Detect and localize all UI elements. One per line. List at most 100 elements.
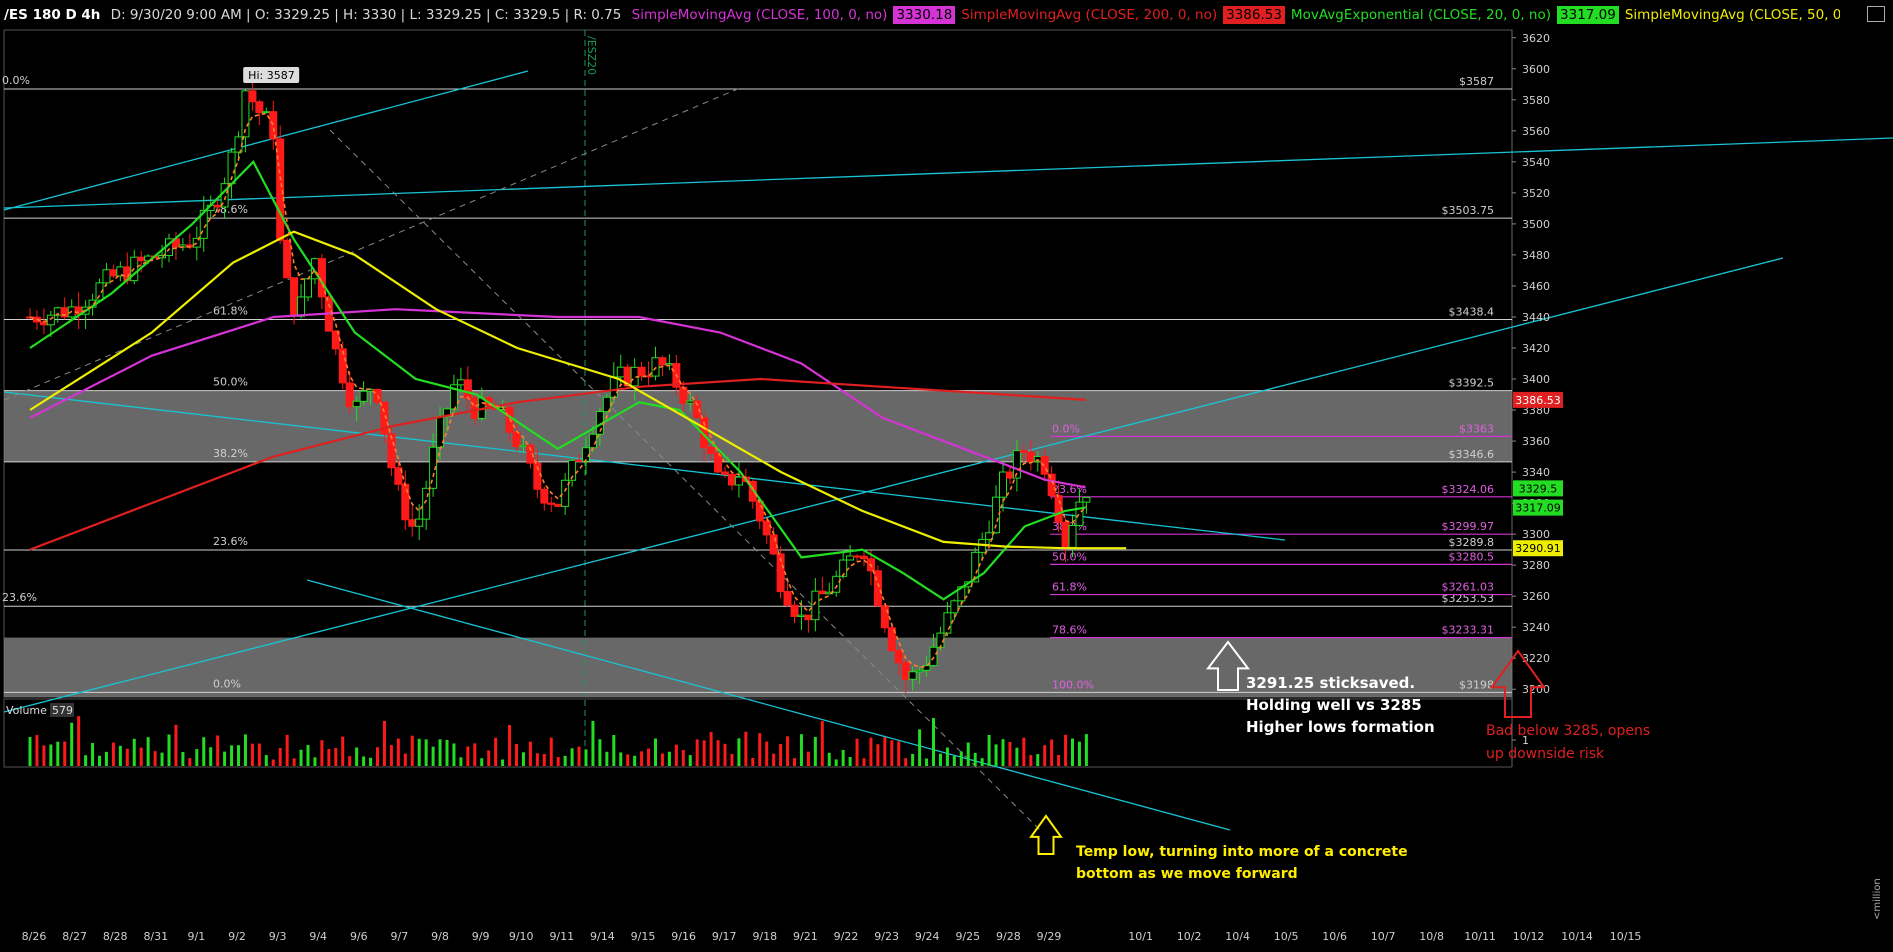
volume-bar: [230, 745, 234, 766]
volume-bar: [91, 742, 95, 766]
volume-bar: [42, 745, 46, 766]
volume-bar: [1036, 754, 1040, 766]
y-tick-label: 3580: [1522, 94, 1550, 107]
volume-bar: [570, 748, 574, 766]
volume-bar: [410, 735, 414, 766]
x-tick-label: 8/28: [103, 930, 128, 943]
fib-level-price: $3392.5: [1449, 377, 1495, 390]
y-tick-label: 3340: [1522, 466, 1550, 479]
x-tick-label: 9/6: [350, 930, 368, 943]
candle: [463, 379, 472, 399]
volume-bar: [563, 755, 567, 766]
candle: [512, 431, 521, 448]
candle: [721, 471, 729, 475]
volume-bar: [612, 735, 616, 766]
volume-bar: [556, 757, 560, 766]
candle: [519, 444, 528, 448]
x-tick-label: 10/7: [1371, 930, 1396, 943]
volume-bar: [633, 755, 637, 766]
annotation-yellow: bottom as we move forward: [1076, 866, 1298, 882]
volume-bar: [1015, 747, 1019, 766]
volume-bar: [278, 747, 282, 766]
volume-bar: [70, 722, 74, 766]
volume-bar: [396, 738, 400, 766]
x-tick-label: 9/23: [874, 930, 899, 943]
pink-fib-price: $3324.06: [1442, 483, 1495, 496]
pink-fib-price: $3233.31: [1442, 624, 1495, 637]
candle: [401, 483, 410, 521]
price-pane: [3, 29, 1513, 698]
y-tick-label: 3540: [1522, 156, 1550, 169]
volume-bar: [473, 743, 477, 766]
candle: [790, 604, 799, 617]
volume-bar: [647, 748, 651, 766]
price-tag-value: 3329.5: [1519, 482, 1558, 495]
candle: [929, 646, 938, 667]
volume-bar: [1084, 734, 1088, 766]
pink-fib-percent-label: 61.8%: [1052, 581, 1087, 594]
volume-bar: [619, 752, 623, 766]
volume-bar: [181, 752, 185, 766]
candle: [832, 575, 841, 593]
volume-bar: [202, 737, 206, 766]
volume-bar: [271, 759, 275, 766]
fib-percent-label: 38.2%: [213, 447, 248, 460]
candle: [422, 487, 431, 520]
annotation-red: Bad below 3285, opens: [1486, 723, 1650, 739]
candle: [797, 614, 806, 617]
volume-bar: [626, 754, 630, 766]
candle: [345, 382, 354, 408]
price-chart[interactable]: /ESZ20 $3587 $3503.75 $3438.4 $3392.5 $3346.6…: [0, 0, 1893, 952]
volume-bar: [292, 758, 296, 766]
hi-label: Hi: 3587: [248, 69, 295, 82]
candle: [616, 366, 625, 378]
volume-bar: [918, 729, 922, 766]
volume-bar: [223, 751, 227, 766]
volume-bar: [243, 734, 247, 766]
fib-level-price: $3346.6: [1449, 448, 1495, 461]
y-tick-label: 3600: [1522, 63, 1550, 76]
volume-bar: [313, 757, 317, 766]
candle: [46, 314, 55, 326]
volume-title: Volume: [6, 704, 47, 717]
x-tick-label: 10/14: [1561, 930, 1593, 943]
candle: [734, 476, 743, 486]
volume-bar: [730, 753, 734, 766]
volume-bar: [925, 758, 929, 766]
y-tick-label: 3500: [1522, 218, 1550, 231]
volume-bar: [334, 747, 338, 766]
x-tick-label: 9/4: [309, 930, 327, 943]
volume-bar: [35, 735, 39, 766]
volume-bar: [508, 725, 512, 766]
y-tick-label: 3240: [1522, 621, 1550, 634]
volume-bar: [911, 753, 915, 766]
candle: [818, 590, 827, 595]
candle: [415, 518, 424, 527]
annotation-yellow: Temp low, turning into more of a concret…: [1076, 844, 1408, 860]
volume-bar: [77, 716, 81, 766]
annotation-white: Holding well vs 3285: [1246, 696, 1422, 714]
volume-bar: [1008, 741, 1012, 766]
volume-bar: [146, 737, 150, 766]
candle: [811, 590, 820, 621]
volume-bar: [813, 737, 817, 766]
volume-bar: [709, 732, 713, 766]
candle: [686, 400, 695, 404]
y-tick-label: 3440: [1522, 311, 1550, 324]
candle: [908, 671, 917, 680]
volume-bar: [1077, 741, 1081, 766]
volume-bar: [515, 743, 518, 766]
x-tick-label: 9/22: [834, 930, 859, 943]
y-axis-panel: [1512, 30, 1893, 952]
candle: [658, 357, 667, 366]
candle: [846, 555, 855, 561]
volume-bar: [299, 749, 303, 766]
y-tick-label: 3620: [1522, 32, 1550, 45]
volume-bar: [820, 721, 824, 766]
volume-bar: [389, 745, 393, 766]
volume-bar: [855, 738, 859, 766]
candle: [547, 502, 556, 505]
candle: [575, 459, 584, 462]
volume-bar: [348, 756, 352, 766]
volume-bar: [1043, 745, 1047, 766]
